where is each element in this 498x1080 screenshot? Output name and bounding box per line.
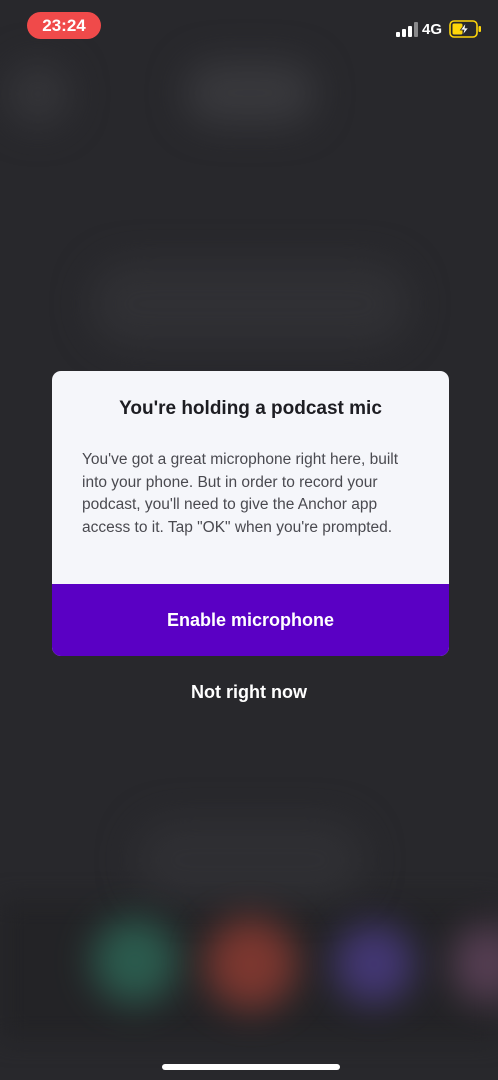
permission-screen: 23:24 4G You're holding a podcast mic Yo… — [0, 0, 498, 1080]
not-right-now-button[interactable]: Not right now — [149, 676, 349, 708]
status-time: 23:24 — [27, 12, 101, 39]
battery-charging-icon — [449, 20, 481, 38]
microphone-permission-dialog: You're holding a podcast mic You've got … — [52, 371, 449, 656]
blurred-background-title — [185, 62, 315, 124]
blurred-background-green-circle — [92, 918, 178, 1004]
blurred-background-red-circle — [205, 918, 297, 1010]
status-bar: 23:24 4G — [0, 0, 498, 52]
blurred-background-lower — [135, 820, 365, 900]
blurred-background-purple-circle — [334, 924, 414, 1004]
blurred-background-avatar — [6, 62, 70, 126]
cellular-signal-icon — [396, 22, 418, 37]
home-indicator[interactable] — [162, 1064, 340, 1070]
dialog-title: You're holding a podcast mic — [119, 398, 382, 419]
dialog-body-text: You've got a great microphone right here… — [82, 451, 399, 536]
blurred-background-pill — [90, 262, 410, 346]
network-type: 4G — [422, 21, 443, 38]
enable-microphone-button[interactable]: Enable microphone — [52, 584, 449, 656]
